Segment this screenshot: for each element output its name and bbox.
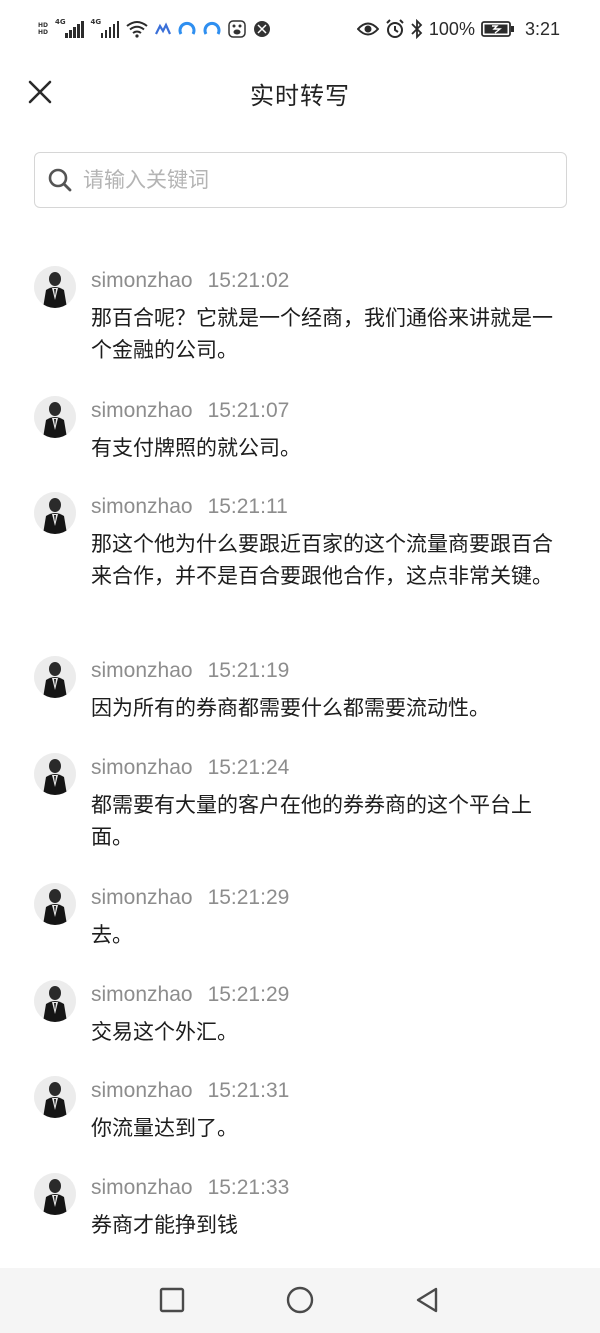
timestamp: 15:21:02: [207, 269, 290, 292]
entry-meta: simonzhao 15:21:24: [91, 753, 289, 783]
transcript-text: 券商才能挣到钱: [91, 1213, 238, 1237]
baidu-icon: [228, 20, 246, 38]
battery-icon: [481, 21, 514, 37]
transcript-entry: simonzhao 15:21:24 都需要有大量的客户在他的券券商的这个平台上…: [0, 749, 600, 869]
speaker-name: simonzhao: [91, 886, 193, 909]
timestamp: 15:21:31: [207, 1079, 290, 1102]
speaker-name: simonzhao: [91, 659, 193, 682]
entry-meta: simonzhao 15:21:02: [91, 266, 289, 296]
page-title: 实时转写: [250, 82, 350, 110]
entry-meta: simonzhao 15:21:11: [91, 492, 288, 522]
search-box[interactable]: [34, 152, 567, 208]
transcript-entry: simonzhao 15:21:02 那百合呢？它就是一个经商，我们通俗来讲就是…: [0, 262, 600, 382]
app-icon: [155, 22, 172, 35]
eye-icon: [356, 22, 379, 36]
transcript-text: 交易这个外汇。: [91, 1020, 238, 1044]
back-icon: [416, 1287, 438, 1313]
transcript-entry: simonzhao 15:21:31 你流量达到了。: [0, 1072, 600, 1162]
battery-percent: 100%: [428, 18, 475, 39]
search-icon: [48, 168, 72, 192]
transcript-entry: simonzhao 15:21:19 因为所有的券商都需要什么都需要流动性。: [0, 652, 600, 742]
speaker-name: simonzhao: [91, 756, 193, 779]
status-right: 100% 3:21: [356, 17, 560, 41]
timestamp: 15:21:11: [207, 495, 288, 518]
entry-meta: simonzhao 15:21:29: [91, 980, 289, 1010]
status-left: HD HD 4G 4G: [38, 17, 271, 41]
transcript-entry: simonzhao 15:21:29 交易这个外汇。: [0, 976, 600, 1066]
entry-meta: simonzhao 15:21:31: [91, 1076, 289, 1106]
entry-meta: simonzhao 15:21:19: [91, 656, 289, 686]
avatar: [34, 492, 76, 534]
back-button[interactable]: [412, 1284, 444, 1316]
recent-apps-button[interactable]: [156, 1284, 188, 1316]
avatar: [34, 656, 76, 698]
transcript-entry: simonzhao 15:21:29 去。: [0, 879, 600, 969]
timestamp: 15:21:29: [207, 983, 290, 1006]
speaker-name: simonzhao: [91, 495, 193, 518]
signal-icon: 4G: [55, 18, 84, 38]
avatar: [34, 980, 76, 1022]
wifi-icon: [126, 21, 148, 38]
avatar: [34, 753, 76, 795]
app-icon: [203, 21, 221, 35]
transcript-text: 因为所有的券商都需要什么都需要流动性。: [91, 696, 490, 720]
transcript-text: 都需要有大量的客户在他的券券商的这个平台上面。: [91, 793, 532, 849]
transcript-entry: simonzhao 15:21:11 那这个他为什么要跟近百家的这个流量商要跟百…: [0, 488, 600, 638]
timestamp: 15:21:29: [207, 886, 290, 909]
entry-meta: simonzhao 15:21:07: [91, 396, 289, 426]
speaker-name: simonzhao: [91, 1079, 193, 1102]
sim2-type-label: 4G: [90, 18, 102, 26]
top-bar: 实时转写: [0, 58, 600, 130]
transcript-entry: simonzhao 15:21:33 券商才能挣到钱: [0, 1169, 600, 1259]
transcript-text: 去。: [91, 923, 133, 947]
timestamp: 15:21:24: [207, 756, 290, 779]
timestamp: 15:21:07: [207, 399, 290, 422]
avatar: [34, 1173, 76, 1215]
entry-meta: simonzhao 15:21:29: [91, 883, 289, 913]
timestamp: 15:21:33: [207, 1176, 290, 1199]
transcript-text: 有支付牌照的就公司。: [91, 436, 301, 460]
avatar: [34, 883, 76, 925]
avatar: [34, 266, 76, 308]
avatar: [34, 396, 76, 438]
speaker-name: simonzhao: [91, 983, 193, 1006]
signal-icon: 4G: [90, 18, 120, 38]
speaker-name: simonzhao: [91, 1176, 193, 1199]
avatar: [34, 1076, 76, 1118]
search-input[interactable]: [83, 168, 543, 192]
home-icon: [286, 1286, 314, 1314]
entry-meta: simonzhao 15:21:33: [91, 1173, 289, 1203]
home-button[interactable]: [284, 1284, 316, 1316]
hd-icon: HD HD: [38, 22, 49, 36]
transcript-text: 你流量达到了。: [91, 1116, 238, 1140]
recent-apps-icon: [159, 1287, 185, 1313]
transcript-text: 那这个他为什么要跟近百家的这个流量商要跟百合来合作，并不是百合要跟他合作，这点非…: [91, 532, 553, 588]
timestamp: 15:21:19: [207, 659, 290, 682]
app-icon: [254, 21, 271, 37]
speaker-name: simonzhao: [91, 399, 193, 422]
app-icon: [178, 21, 196, 35]
transcript-entry: simonzhao 15:21:07 有支付牌照的就公司。: [0, 392, 600, 482]
sim1-type-label: 4G: [55, 18, 66, 26]
status-bar: HD HD 4G 4G 100% 3:21: [0, 0, 600, 58]
navigation-bar: [0, 1268, 600, 1333]
clock: 3:21: [524, 18, 560, 39]
bluetooth-icon: [411, 19, 423, 39]
alarm-icon: [386, 19, 404, 38]
transcript-text: 那百合呢？它就是一个经商，我们通俗来讲就是一个金融的公司。: [91, 306, 553, 362]
speaker-name: simonzhao: [91, 269, 193, 292]
